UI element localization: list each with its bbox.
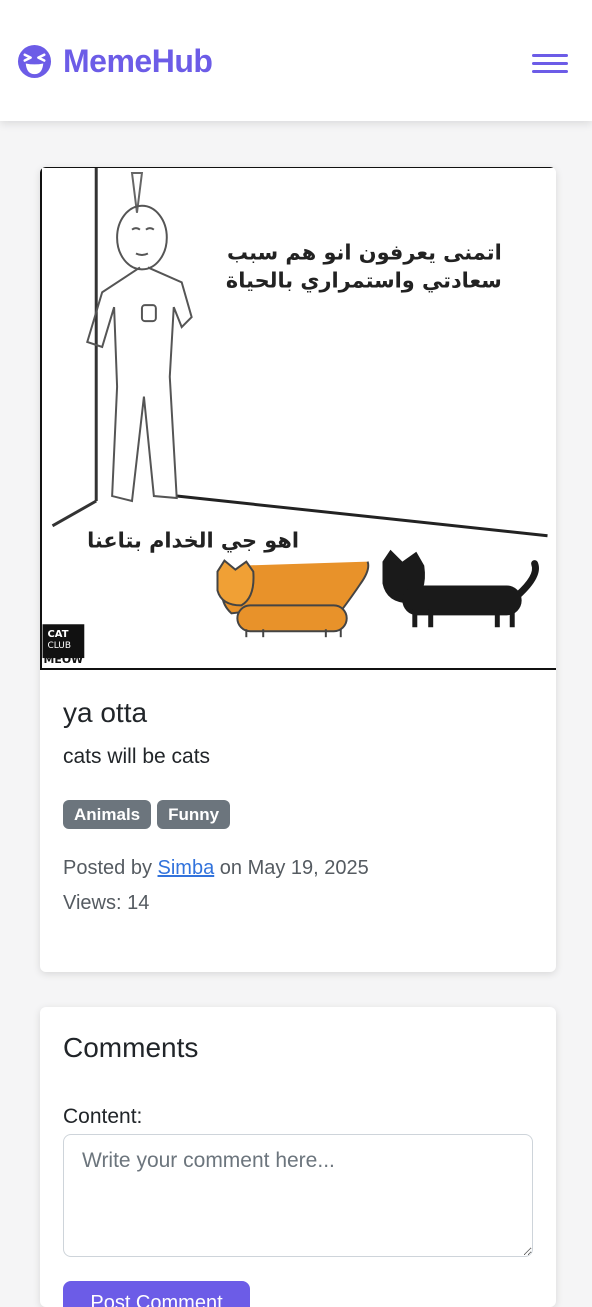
caption-bottom: اهو جي الخدام بتاعنا — [87, 529, 299, 553]
tag-funny[interactable]: Funny — [157, 800, 231, 829]
meme-card: اتمنى يعرفون انو هم سبب سعادتي واستمراري… — [40, 167, 556, 972]
brand-name: MemeHub — [63, 43, 213, 79]
post-meta: Posted by Simba on May 19, 2025 — [63, 856, 533, 880]
menu-line — [532, 62, 568, 65]
tag-animals[interactable]: Animals — [63, 800, 152, 829]
post-date: May 19, 2025 — [247, 857, 369, 879]
comments-title: Comments — [63, 1032, 199, 1063]
meme-image[interactable]: اتمنى يعرفون انو هم سبب سعادتي واستمراري… — [40, 167, 556, 670]
meme-description: cats will be cats — [63, 745, 211, 768]
author-link[interactable]: Simba — [158, 857, 215, 879]
menu-line — [532, 70, 568, 73]
comment-input[interactable] — [63, 1134, 533, 1257]
caption-top-line1: اتمنى يعرفون انو هم سبب — [227, 240, 502, 264]
brand-link[interactable]: MemeHub — [17, 42, 213, 80]
content-label: Content: — [63, 1105, 143, 1128]
watermark-line2: CLUB — [48, 641, 71, 651]
comments-card: Comments Content: Post Comment — [40, 1007, 556, 1307]
meme-title: ya otta — [63, 697, 148, 728]
views-label: Views: — [63, 892, 122, 914]
watermark-line3: MEOW — [44, 653, 84, 666]
posted-by-label: Posted by — [63, 857, 152, 879]
hamburger-menu-icon[interactable] — [532, 54, 568, 76]
views-count: Views: 14 — [63, 891, 533, 915]
tag-list: Animals Funny — [63, 800, 533, 829]
watermark-line1: CAT — [48, 629, 69, 640]
navbar: MemeHub — [0, 0, 592, 121]
views-value: 14 — [127, 892, 150, 914]
laughing-face-icon — [17, 44, 52, 78]
menu-line — [532, 54, 568, 57]
meme-body: ya otta cats will be cats Animals Funny … — [63, 695, 533, 915]
posted-on-label: on — [219, 857, 243, 879]
post-comment-button[interactable]: Post Comment — [63, 1281, 250, 1307]
caption-top-line2: سعادتي واستمراري بالحياة — [226, 268, 502, 293]
